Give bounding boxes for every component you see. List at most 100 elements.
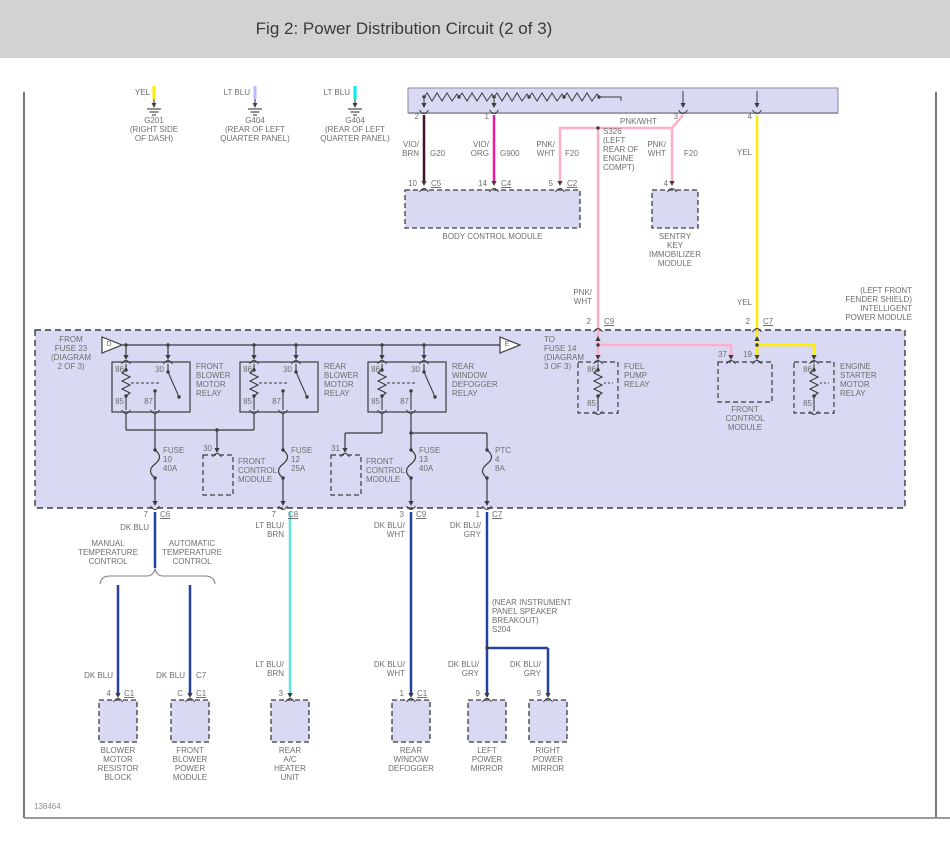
component-name-label: SENTRY KEY IMMOBILIZER MODULE bbox=[648, 232, 701, 268]
relay-terminal-label: 85 bbox=[587, 399, 596, 408]
connector-id-label: C1 bbox=[124, 689, 135, 698]
component-name-label: FUEL PUMP RELAY bbox=[624, 362, 650, 389]
pin-number-label: 9 bbox=[536, 689, 541, 698]
connector-id-label: C7 bbox=[763, 317, 774, 326]
pin-number-label: 10 bbox=[408, 179, 417, 188]
relay-terminal-label: 30 bbox=[283, 365, 292, 374]
tag-letter-label: D bbox=[106, 341, 112, 348]
relay-terminal-label: 30 bbox=[155, 365, 164, 374]
relay-terminal-label: 87 bbox=[400, 397, 409, 406]
wire-color-label: DK BLU bbox=[84, 671, 113, 680]
ground-id-label: G404 (REAR OF LEFT QUARTER PANEL) bbox=[320, 116, 390, 143]
front-control-module-lower-box-1 bbox=[202, 454, 234, 496]
relay-terminal-label: 85 bbox=[371, 397, 380, 406]
wire-color-label: DK BLU/ GRY bbox=[447, 660, 479, 678]
temp-control-label: MANUAL TEMPERATURE CONTROL bbox=[78, 539, 138, 566]
from-fuse-label: FROM FUSE 23 (DIAGRAM 2 OF 3) bbox=[51, 335, 91, 371]
circuit-id-label: G20 bbox=[430, 149, 446, 158]
wire-color-label: DK BLU/ WHT bbox=[373, 660, 405, 678]
relay-terminal-label: 85 bbox=[803, 399, 812, 408]
connector-id-label: C9 bbox=[416, 510, 427, 519]
relay-terminal-label: 86 bbox=[587, 365, 596, 374]
wire-color-label: DK BLU/ GRY bbox=[449, 521, 481, 539]
wire-color-label: VIO/ BRN bbox=[402, 140, 419, 158]
fuse-label: PTC 4 8A bbox=[495, 446, 511, 473]
wire-color-label: VIO/ ORG bbox=[470, 140, 489, 158]
component-name-label: FRONT CONTROL MODULE bbox=[725, 405, 765, 432]
wire-color-label: PNK/ WHT bbox=[647, 140, 666, 158]
component-name-label: FRONT CONTROL MODULE bbox=[238, 457, 278, 484]
pin-number-label: 3 bbox=[399, 510, 404, 519]
ground-symbol-g404-b bbox=[348, 86, 362, 116]
relay-terminal-label: 86 bbox=[371, 365, 380, 374]
ground-id-label: G404 (REAR OF LEFT QUARTER PANEL) bbox=[220, 116, 290, 143]
pin-number-label: 1 bbox=[484, 112, 489, 121]
pin-number-label: 4 bbox=[747, 112, 752, 121]
component-name-label: (LEFT FRONT FENDER SHIELD) INTELLIGENT P… bbox=[845, 286, 912, 322]
wire-color-label: LT BLU bbox=[323, 88, 350, 97]
component-name-label: BLOWER MOTOR RESISTOR BLOCK bbox=[97, 746, 139, 782]
component-name-label: REAR WINDOW DEFOGGER bbox=[388, 746, 434, 773]
wire-color-label: PNK/WHT bbox=[620, 117, 657, 126]
pin-number-label: 31 bbox=[331, 444, 340, 453]
component-name-label: FRONT BLOWER POWER MODULE bbox=[172, 746, 208, 782]
relay-terminal-label: 87 bbox=[272, 397, 281, 406]
sentry-key-immobilizer-box bbox=[651, 189, 699, 229]
pin-number-label: 7 bbox=[143, 510, 148, 519]
connector-id-label: C1 bbox=[196, 689, 207, 698]
component-name-label: RIGHT POWER MIRROR bbox=[531, 746, 565, 773]
wire-color-label: DK BLU bbox=[120, 523, 149, 532]
pin-number-label: 2 bbox=[586, 317, 591, 326]
pin-number-label: 1 bbox=[399, 689, 404, 698]
connector-id-label: C2 bbox=[567, 179, 578, 188]
front-control-module-upper-box bbox=[717, 361, 773, 403]
top-power-module-box bbox=[407, 87, 839, 114]
split-brace-icon bbox=[99, 567, 216, 585]
circuit-id-label: F20 bbox=[684, 149, 698, 158]
relay-terminal-label: 86 bbox=[803, 365, 812, 374]
connector-id-label: C7 bbox=[196, 671, 207, 680]
component-name-label: ENGINE STARTER MOTOR RELAY bbox=[840, 362, 877, 398]
wire-color-label: DK BLU bbox=[156, 671, 185, 680]
wire-color-label: YEL bbox=[736, 298, 752, 307]
splice-label: (NEAR INSTRUMENT PANEL SPEAKER BREAKOUT)… bbox=[492, 598, 572, 634]
connector-id-label: C4 bbox=[501, 179, 512, 188]
wire-color-label: DK BLU/ GRY bbox=[509, 660, 541, 678]
doc-id: 138464 bbox=[34, 802, 61, 811]
wire-color-label: LT BLU/ BRN bbox=[255, 521, 284, 539]
connector-id-label: C8 bbox=[288, 510, 299, 519]
relay-terminal-label: 86 bbox=[115, 365, 124, 374]
pin-number-label: 37 bbox=[718, 350, 727, 359]
pin-number-label: 19 bbox=[743, 350, 752, 359]
relay-terminal-label: 85 bbox=[243, 397, 252, 406]
front-control-module-lower-box-2 bbox=[330, 454, 362, 496]
pin-number-label: 2 bbox=[414, 112, 419, 121]
connector-id-label: C9 bbox=[604, 317, 615, 326]
relay-terminal-label: 30 bbox=[411, 365, 420, 374]
fuse-label: FUSE 13 40A bbox=[419, 446, 441, 473]
component-boxes bbox=[98, 699, 568, 743]
pin-number-label: 2 bbox=[745, 317, 750, 326]
connector-id-label: C5 bbox=[431, 179, 442, 188]
wire-color-label: LT BLU bbox=[223, 88, 250, 97]
pin-number-label: 4 bbox=[663, 179, 668, 188]
component-name-label: REAR A/C HEATER UNIT bbox=[274, 746, 306, 782]
relay-terminal-label: 86 bbox=[243, 365, 252, 374]
pin-number-label: 3 bbox=[278, 689, 283, 698]
pin-number-label: 4 bbox=[106, 689, 111, 698]
diagram-page: Fig 2: Power Distribution Circuit (2 of … bbox=[0, 0, 950, 848]
ground-symbol-g404-a bbox=[248, 86, 262, 116]
component-name-label: FRONT CONTROL MODULE bbox=[366, 457, 406, 484]
tag-letter-label: E bbox=[504, 341, 510, 348]
pin-number-label: 5 bbox=[548, 179, 553, 188]
component-name-label: REAR WINDOW DEFOGGER RELAY bbox=[452, 362, 498, 398]
wire-color-label: PNK/ WHT bbox=[573, 288, 592, 306]
relay-terminal-label: 85 bbox=[115, 397, 124, 406]
fuse-label: FUSE 12 25A bbox=[291, 446, 313, 473]
circuit-id-label: F20 bbox=[565, 149, 579, 158]
body-control-module-box bbox=[404, 189, 581, 229]
pin-number-label: 1 bbox=[475, 510, 480, 519]
component-name-label: BODY CONTROL MODULE bbox=[442, 232, 543, 241]
pin-number-label: 9 bbox=[475, 689, 480, 698]
wire-color-label: YEL bbox=[736, 148, 752, 157]
